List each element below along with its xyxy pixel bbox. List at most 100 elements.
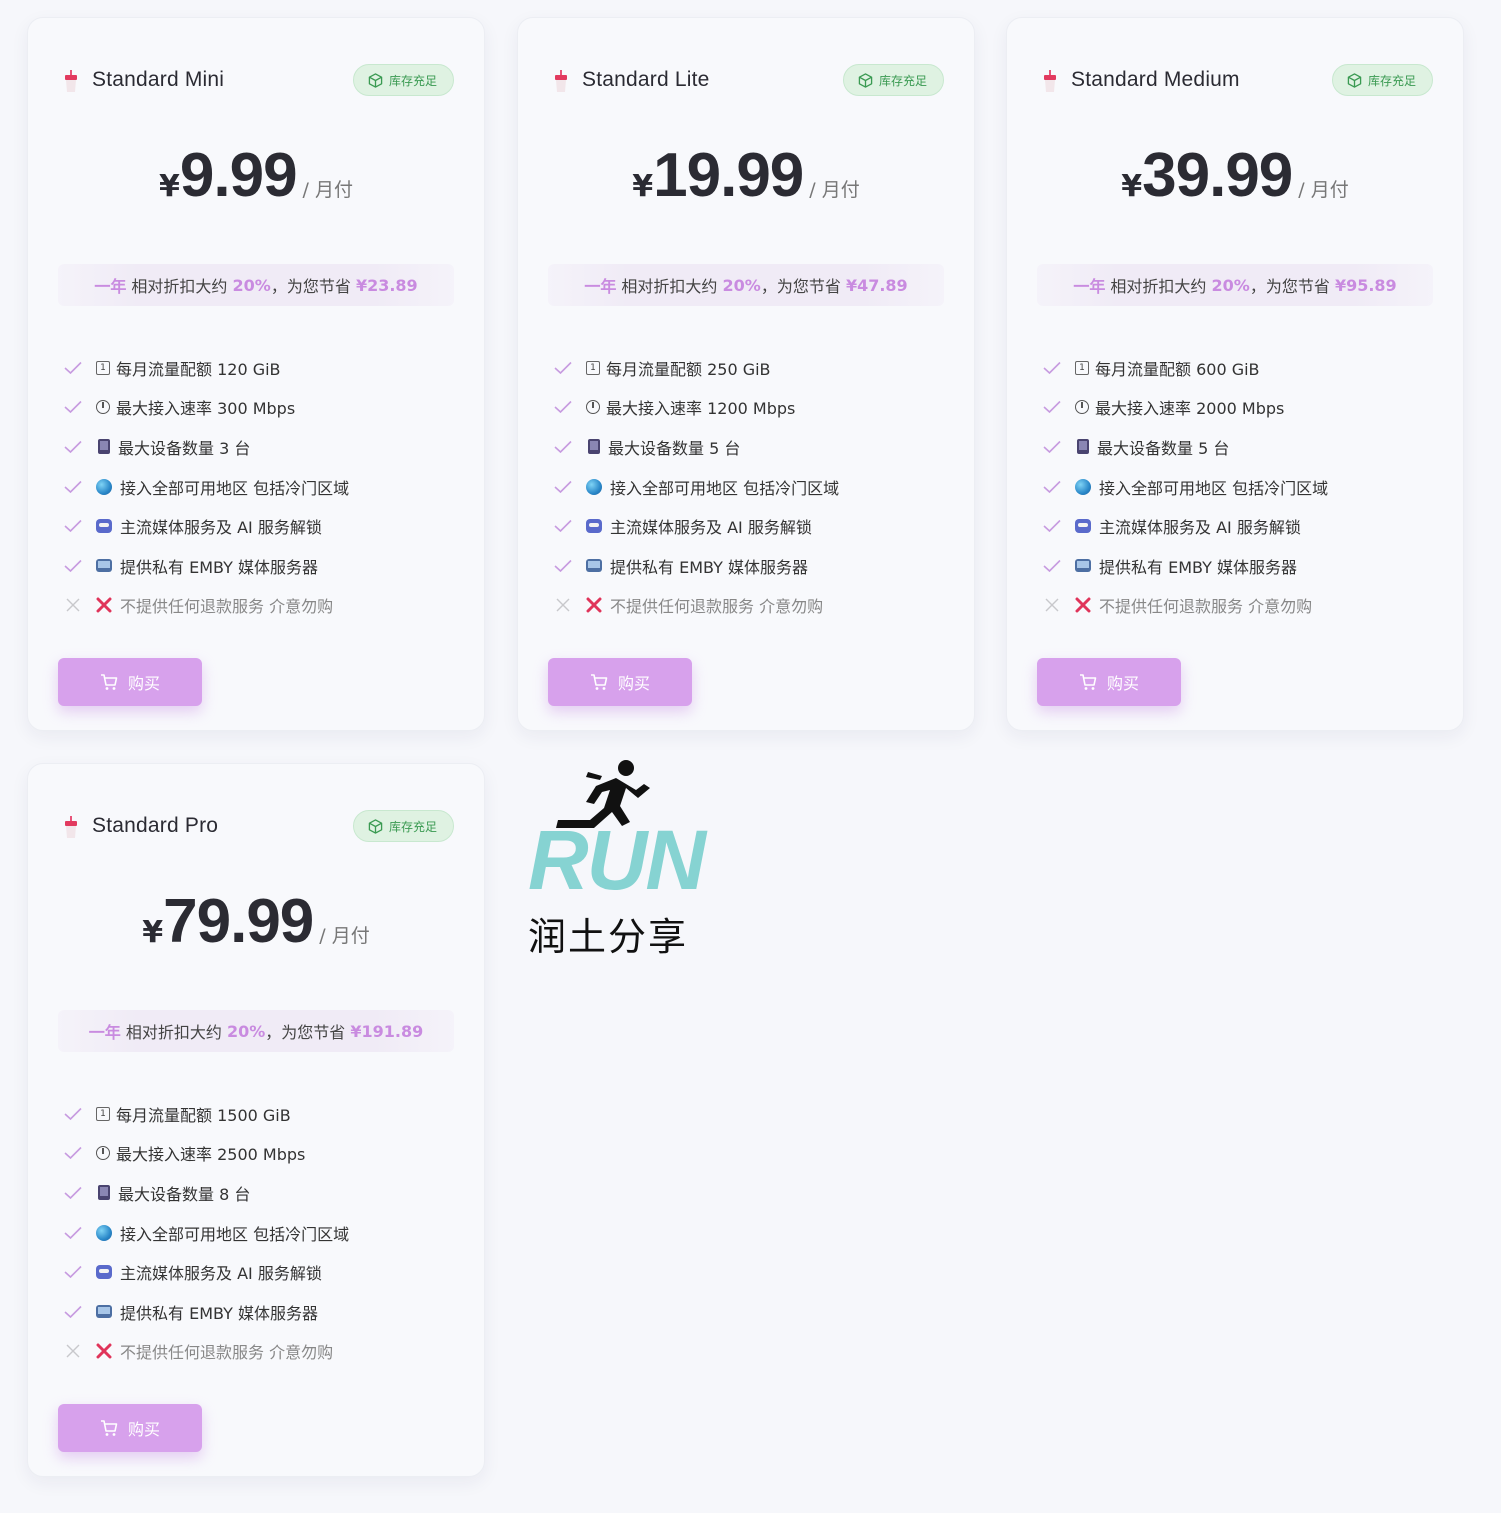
- feature-item: 提供私有 EMBY 媒体服务器: [64, 546, 464, 586]
- feature-text: 不提供任何退款服务 介意勿购: [120, 597, 334, 617]
- television-icon: [96, 1305, 112, 1319]
- watermark-logo: RUN 润土分享: [524, 758, 714, 959]
- input-numbers-icon: 1: [586, 360, 600, 375]
- check-icon: [1043, 361, 1061, 374]
- stock-label: 库存充足: [388, 819, 437, 834]
- plan-card-standard-pro: Standard Pro 库存充足 ¥79.99/ 月付 一年 相对折扣大约 2…: [27, 763, 485, 1477]
- check-icon: [64, 480, 82, 493]
- feature-item-excluded: 不提供任何退款服务 介意勿购: [64, 1332, 464, 1372]
- cart-icon: [590, 674, 608, 690]
- globe-icon: [96, 1224, 112, 1241]
- feature-item: 接入全部可用地区 包括冷门区域: [64, 1213, 464, 1253]
- plan-name: Standard Medium: [1071, 68, 1240, 91]
- check-icon: [64, 520, 82, 533]
- feature-item-excluded: 不提供任何退款服务 介意勿购: [1043, 586, 1443, 626]
- discount-term: 一年: [1073, 277, 1106, 296]
- stock-badge: 库存充足: [352, 64, 454, 96]
- billing-period: / 月付: [1298, 179, 1349, 201]
- price: ¥19.99/ 月付: [518, 140, 974, 211]
- check-icon: [554, 559, 572, 572]
- stopwatch-icon: [96, 400, 110, 415]
- check-icon: [64, 1266, 82, 1279]
- discount-term: 一年: [94, 277, 127, 296]
- drink-cup-icon: [65, 70, 77, 92]
- drink-cup-icon: [1044, 70, 1056, 92]
- feature-item: 1 每月流量配额 250 GiB: [554, 348, 954, 388]
- globe-icon: [1075, 478, 1091, 495]
- discount-percent: 20%: [226, 1021, 266, 1041]
- discount-term: 一年: [584, 277, 617, 296]
- feature-text: 提供私有 EMBY 媒体服务器: [1099, 557, 1297, 577]
- feature-text: 不提供任何退款服务 介意勿购: [120, 1343, 334, 1363]
- x-icon: [66, 1344, 80, 1358]
- check-icon: [1043, 480, 1061, 493]
- stopwatch-icon: [586, 400, 600, 415]
- discount-banner: 一年 相对折扣大约 20% ，为您节省 ¥191.89: [58, 1010, 454, 1052]
- buy-label: 购买: [127, 1422, 160, 1439]
- discount-banner: 一年 相对折扣大约 20% ，为您节省 ¥47.89: [548, 264, 944, 306]
- feature-item: 提供私有 EMBY 媒体服务器: [1043, 546, 1443, 586]
- feature-text: 最大设备数量 8 台: [118, 1184, 251, 1204]
- feature-text: 每月流量配额 120 GiB: [116, 359, 281, 379]
- currency-symbol: ¥: [142, 915, 164, 950]
- check-icon: [64, 1147, 82, 1160]
- feature-item: 接入全部可用地区 包括冷门区域: [64, 467, 464, 507]
- feature-item: 最大接入速率 300 Mbps: [64, 388, 464, 428]
- feature-item: 接入全部可用地区 包括冷门区域: [554, 467, 954, 507]
- check-icon: [64, 361, 82, 374]
- currency-symbol: ¥: [632, 169, 654, 204]
- stock-label: 库存充足: [878, 73, 927, 88]
- billing-period: / 月付: [809, 179, 860, 201]
- discount-banner: 一年 相对折扣大约 20% ，为您节省 ¥23.89: [58, 264, 454, 306]
- discount-banner: 一年 相对折扣大约 20% ，为您节省 ¥95.89: [1037, 264, 1433, 306]
- cart-icon: [100, 1420, 118, 1436]
- check-icon: [64, 1107, 82, 1120]
- feature-item: 主流媒体服务及 AI 服务解锁: [64, 506, 464, 546]
- feature-text: 最大接入速率 2000 Mbps: [1095, 399, 1285, 419]
- stock-badge: 库存充足: [352, 810, 454, 842]
- check-icon: [554, 440, 572, 454]
- feature-item: 最大设备数量 8 台: [64, 1173, 464, 1213]
- card-header: Standard Lite 库存充足: [554, 52, 944, 108]
- package-icon: [858, 72, 873, 88]
- discount-text: 相对折扣大约: [125, 1023, 222, 1042]
- discount-text: 相对折扣大约: [131, 277, 228, 296]
- buy-label: 购买: [617, 676, 650, 693]
- discount-save-text: ，为您节省: [265, 1023, 346, 1042]
- check-icon: [554, 401, 572, 414]
- logo-run-text: RUN: [528, 813, 706, 907]
- card-header: Standard Mini 库存充足: [64, 52, 454, 108]
- feature-item: 1 每月流量配额 120 GiB: [64, 348, 464, 388]
- feature-text: 每月流量配额 250 GiB: [606, 359, 771, 379]
- discount-save-amount: ¥191.89: [350, 1021, 424, 1041]
- television-icon: [586, 559, 602, 573]
- feature-text: 不提供任何退款服务 介意勿购: [610, 597, 824, 617]
- feature-item: 主流媒体服务及 AI 服务解锁: [554, 506, 954, 546]
- feature-item-excluded: 不提供任何退款服务 介意勿购: [64, 586, 464, 626]
- cross-mark-icon: [96, 1343, 112, 1359]
- feature-item: 最大接入速率 2000 Mbps: [1043, 388, 1443, 428]
- check-icon: [64, 559, 82, 572]
- check-icon: [554, 480, 572, 493]
- buy-button[interactable]: 购买: [548, 658, 692, 706]
- x-icon: [556, 598, 570, 612]
- stopwatch-icon: [96, 1146, 110, 1161]
- buy-button[interactable]: 购买: [58, 1404, 202, 1452]
- logo-brand-text: 润土分享: [528, 915, 689, 959]
- television-icon: [1075, 559, 1091, 573]
- card-header: Standard Pro 库存充足: [64, 798, 454, 854]
- buy-button[interactable]: 购买: [58, 658, 202, 706]
- billing-period: / 月付: [319, 925, 370, 947]
- discount-term: 一年: [88, 1023, 121, 1042]
- discount-save-amount: ¥23.89: [355, 275, 418, 295]
- currency-symbol: ¥: [159, 169, 180, 204]
- check-icon: [64, 1226, 82, 1239]
- feature-item: 最大接入速率 2500 Mbps: [64, 1134, 464, 1174]
- mobile-phone-icon: [1077, 439, 1089, 455]
- billing-period: / 月付: [302, 179, 353, 201]
- stock-label: 库存充足: [1367, 73, 1416, 88]
- robot-icon: [586, 519, 602, 534]
- stock-label: 库存充足: [388, 73, 437, 88]
- buy-button[interactable]: 购买: [1037, 658, 1181, 706]
- mobile-phone-icon: [98, 439, 110, 455]
